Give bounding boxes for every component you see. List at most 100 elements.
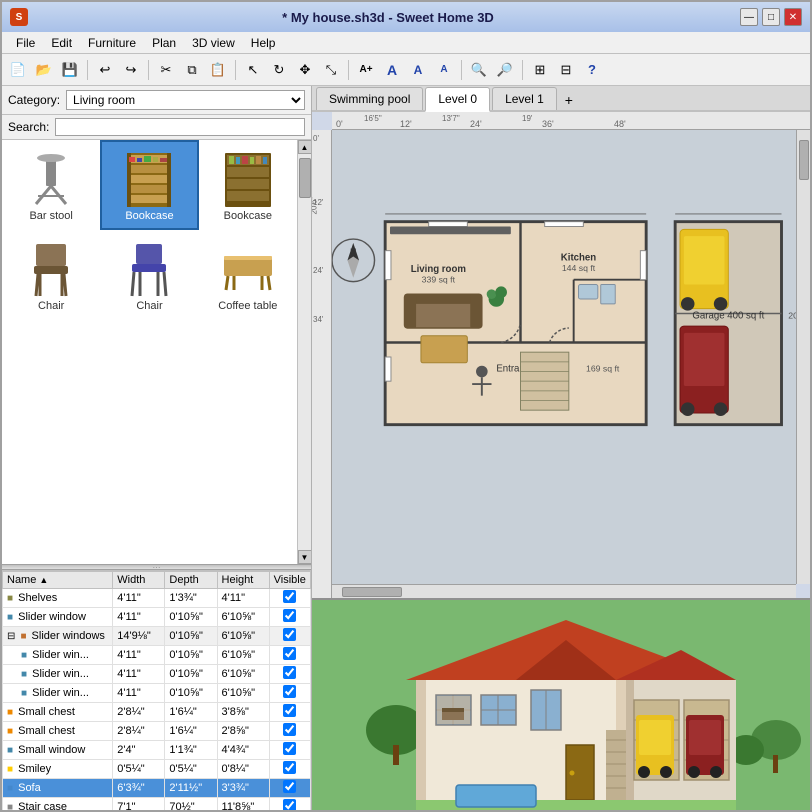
zoom-in-button[interactable]: 🔍 (467, 58, 491, 82)
scroll-down-arrow[interactable]: ▼ (298, 550, 312, 564)
col-visible[interactable]: Visible (269, 572, 310, 589)
minimize-button[interactable]: — (740, 8, 758, 26)
help-button[interactable]: ? (580, 58, 604, 82)
col-name[interactable]: Name ▲ (3, 572, 113, 589)
furniture-item-chair-2[interactable]: Chair (100, 230, 198, 320)
undo-button[interactable]: ↩ (93, 58, 117, 82)
category-label: Category: (8, 93, 60, 107)
table-row[interactable]: ■ Small chest 2'8¼" 1'6¼" 2'8⅝" (3, 722, 311, 741)
furniture-item-chair-1[interactable]: Chair (2, 230, 100, 320)
table-row[interactable]: ■ Shelves 4'11" 1'3¾" 4'11" (3, 589, 311, 608)
bar-stool-icon (21, 153, 81, 208)
category-select[interactable]: Living room Bedroom Kitchen Bathroom Off… (66, 90, 305, 110)
ruler-mark-v34: 34' (313, 315, 323, 324)
paste-button[interactable]: 📋 (206, 58, 230, 82)
visible-checkbox[interactable] (283, 590, 296, 603)
visible-checkbox[interactable] (283, 609, 296, 622)
vscroll-thumb[interactable] (799, 140, 809, 180)
bookcase-2-icon (218, 153, 278, 208)
move-button[interactable]: ✥ (293, 58, 317, 82)
chair-1-icon (21, 243, 81, 298)
new-button[interactable]: 📄 (6, 58, 30, 82)
add-text-button[interactable]: A+ (354, 58, 378, 82)
view3d-button[interactable]: ⊟ (554, 58, 578, 82)
tab-level-1[interactable]: Level 1 (492, 87, 557, 110)
menu-plan[interactable]: Plan (146, 34, 182, 52)
3d-view-svg (312, 600, 810, 810)
visible-checkbox[interactable] (283, 761, 296, 774)
view2d-button[interactable]: ⊞ (528, 58, 552, 82)
search-label: Search: (8, 120, 49, 134)
save-button[interactable]: 💾 (58, 58, 82, 82)
plan-3d (312, 600, 810, 810)
plan-vscroll[interactable] (796, 130, 810, 584)
table-row[interactable]: ■ Slider window 4'11" 0'10⅝" 6'10⅝" (3, 608, 311, 627)
search-input[interactable] (55, 118, 305, 136)
furniture-item-bar-stool[interactable]: Bar stool (2, 140, 100, 230)
chair-2-label: Chair (136, 300, 162, 312)
title-bar: S * My house.sh3d - Sweet Home 3D — □ ✕ (2, 2, 810, 32)
table-row[interactable]: ■ Slider win... 4'11" 0'10⅝" 6'10⅝" (3, 665, 311, 684)
visible-checkbox[interactable] (283, 799, 296, 810)
svg-text:20'6": 20'6" (788, 310, 796, 320)
furniture-item-coffee-table[interactable]: Coffee table (199, 230, 297, 320)
copy-button[interactable]: ⧉ (180, 58, 204, 82)
menu-furniture[interactable]: Furniture (82, 34, 142, 52)
tab-swimming-pool[interactable]: Swimming pool (316, 87, 423, 110)
table-row[interactable]: ■ Slider win... 4'11" 0'10⅝" 6'10⅝" (3, 684, 311, 703)
svg-text:169 sq ft: 169 sq ft (586, 364, 620, 374)
table-row[interactable]: ■ Smiley 0'5¼" 0'5¼" 0'8¼" (3, 760, 311, 779)
sep4 (348, 60, 349, 80)
window-title: * My house.sh3d - Sweet Home 3D (36, 10, 740, 25)
tab-level-0[interactable]: Level 0 (425, 87, 490, 112)
visible-checkbox[interactable] (283, 704, 296, 717)
select-button[interactable]: ↖ (241, 58, 265, 82)
table-row[interactable]: ■ Slider win... 4'11" 0'10⅝" 6'10⅝" (3, 646, 311, 665)
col-width[interactable]: Width (113, 572, 165, 589)
sep5 (461, 60, 462, 80)
table-row[interactable]: ■ Stair case 7'1" 70½" 11'8⅝" (3, 798, 311, 811)
hscroll-thumb[interactable] (342, 587, 402, 597)
scroll-up-arrow[interactable]: ▲ (298, 140, 312, 154)
zoom-out-button[interactable]: 🔎 (493, 58, 517, 82)
bookcase-1-label: Bookcase (125, 210, 173, 222)
visible-checkbox[interactable] (283, 647, 296, 660)
table-row[interactable]: ■ Small window 2'4" 1'1¾" 4'4¾" (3, 741, 311, 760)
visible-checkbox[interactable] (283, 685, 296, 698)
chair-1-label: Chair (38, 300, 64, 312)
text1-button[interactable]: A (380, 58, 404, 82)
text3-button[interactable]: A (432, 58, 456, 82)
visible-checkbox[interactable] (283, 742, 296, 755)
visible-checkbox[interactable] (283, 666, 296, 679)
plan-2d[interactable]: 0' 12' 24' 36' 48' 16'5" 13'7" 19' 0' 12… (312, 112, 810, 600)
menu-edit[interactable]: Edit (45, 34, 78, 52)
col-depth[interactable]: Depth (165, 572, 217, 589)
text2-button[interactable]: A (406, 58, 430, 82)
visible-checkbox[interactable] (283, 723, 296, 736)
resize-button[interactable]: ⤡ (319, 58, 343, 82)
grid-scroll-thumb[interactable] (299, 158, 311, 198)
plan-hscroll[interactable] (332, 584, 796, 598)
furniture-item-bookcase-2[interactable]: Bookcase (199, 140, 297, 230)
redo-button[interactable]: ↪ (119, 58, 143, 82)
table-row[interactable]: ■ Small chest 2'8¼" 1'6¼" 3'8⅝" (3, 703, 311, 722)
search-bar: Search: (2, 115, 311, 140)
ruler-mark-24: 24' (470, 119, 482, 129)
visible-checkbox[interactable] (283, 780, 296, 793)
menu-file[interactable]: File (10, 34, 41, 52)
rotate-button[interactable]: ↻ (267, 58, 291, 82)
col-height[interactable]: Height (217, 572, 269, 589)
cut-button[interactable]: ✂ (154, 58, 178, 82)
ruler-mark-0: 0' (336, 119, 343, 129)
table-row[interactable]: ■ Sofa 6'3¾" 2'11½" 3'3¾" (3, 779, 311, 798)
maximize-button[interactable]: □ (762, 8, 780, 26)
furniture-item-bookcase-1[interactable]: Bookcase (100, 140, 198, 230)
bookcase-1-icon (119, 153, 179, 208)
close-button[interactable]: ✕ (784, 8, 802, 26)
menu-help[interactable]: Help (245, 34, 282, 52)
table-row[interactable]: ⊟ ■ Slider windows 14'9⅛" 0'10⅝" 6'10⅝" (3, 627, 311, 646)
menu-3dview[interactable]: 3D view (186, 34, 241, 52)
visible-checkbox[interactable] (283, 628, 296, 641)
open-button[interactable]: 📂 (32, 58, 56, 82)
tab-add-button[interactable]: + (559, 90, 579, 110)
